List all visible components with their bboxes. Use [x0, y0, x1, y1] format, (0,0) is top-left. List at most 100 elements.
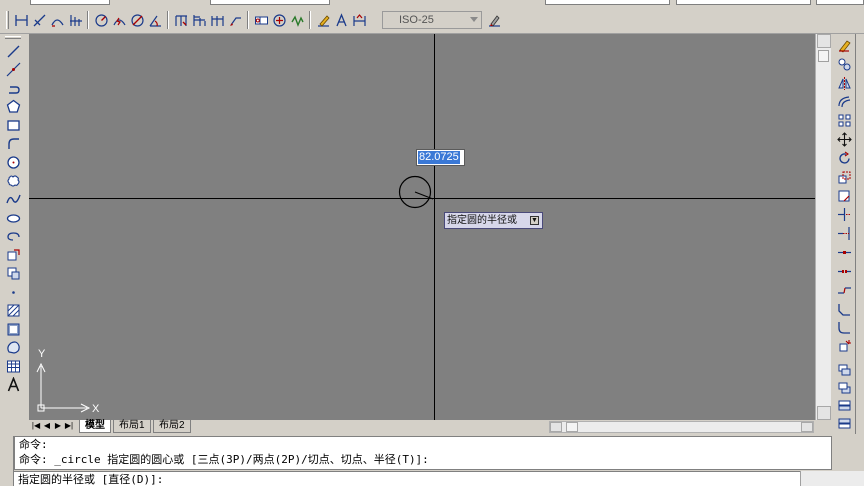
join-icon[interactable]	[836, 282, 852, 299]
scroll-up-button[interactable]	[817, 34, 831, 48]
scroll-down-button[interactable]	[817, 406, 831, 420]
lineweight-combo[interactable]	[816, 0, 864, 5]
baseline-dim-icon[interactable]	[191, 11, 207, 29]
offset-icon[interactable]	[836, 93, 852, 110]
move-icon[interactable]	[836, 131, 852, 148]
command-history-line: 命令:	[19, 438, 48, 451]
right-edge-panel	[855, 34, 864, 434]
angular-dim-icon[interactable]	[147, 11, 163, 29]
chevron-down-icon[interactable]	[470, 17, 478, 22]
toolbar-grip[interactable]	[5, 36, 21, 39]
arc-length-icon[interactable]	[49, 11, 65, 29]
next-tab-icon[interactable]: ▶	[53, 421, 63, 432]
command-scrollbar[interactable]	[833, 436, 855, 470]
scale-icon[interactable]	[836, 169, 852, 186]
horizontal-scrollbar[interactable]	[549, 421, 814, 433]
dim-text-edit-icon[interactable]	[333, 11, 349, 29]
line-icon[interactable]	[5, 43, 21, 60]
quick-leader-icon[interactable]	[227, 11, 243, 29]
dim-style-combo[interactable]: ISO-25	[382, 11, 482, 29]
table-icon[interactable]	[5, 358, 21, 375]
rectangle-icon[interactable]	[5, 117, 21, 134]
construction-line-icon[interactable]	[5, 62, 21, 79]
toolbar-grip[interactable]	[6, 11, 9, 29]
dim-style-value: ISO-25	[399, 14, 434, 26]
tab-model[interactable]: 模型	[79, 420, 111, 433]
extend-icon[interactable]	[836, 225, 852, 242]
multiline-text-icon[interactable]	[5, 377, 21, 394]
send-under-icon[interactable]	[836, 416, 852, 432]
layout-tabs-bar: |◀ ◀ ▶ ▶| 模型 布局1 布局2	[29, 420, 815, 434]
trim-icon[interactable]	[836, 206, 852, 223]
first-tab-icon[interactable]: |◀	[31, 421, 41, 432]
tab-layout2[interactable]: 布局2	[153, 420, 191, 433]
stretch-icon[interactable]	[836, 188, 852, 205]
last-tab-icon[interactable]: ▶|	[64, 421, 74, 432]
workspace-combo[interactable]	[30, 0, 110, 5]
dim-edit-icon[interactable]	[315, 11, 331, 29]
insert-block-icon[interactable]	[5, 247, 21, 264]
layer-combo[interactable]	[210, 0, 330, 5]
center-mark-icon[interactable]	[271, 11, 287, 29]
command-h-scrollbar[interactable]	[800, 471, 864, 486]
quick-dim-icon[interactable]	[173, 11, 189, 29]
ordinate-dim-icon[interactable]	[67, 11, 83, 29]
color-combo[interactable]	[545, 0, 670, 5]
jogged-dim-icon[interactable]	[111, 11, 127, 29]
circle-icon[interactable]	[5, 154, 21, 171]
scroll-left-button[interactable]	[550, 422, 562, 432]
send-to-back-icon[interactable]	[836, 381, 852, 397]
polygon-icon[interactable]	[5, 99, 21, 116]
erase-icon[interactable]	[836, 37, 852, 54]
polyline-icon[interactable]	[5, 80, 21, 97]
chamfer-icon[interactable]	[836, 301, 852, 318]
ucs-x-label: X	[92, 403, 100, 415]
copy-icon[interactable]	[836, 56, 852, 73]
tab-layout1[interactable]: 布局1	[113, 420, 151, 433]
region-icon[interactable]	[5, 339, 21, 356]
point-icon[interactable]	[5, 284, 21, 301]
spline-icon[interactable]	[5, 191, 21, 208]
linetype-combo[interactable]	[676, 0, 811, 5]
ellipse-icon[interactable]	[5, 210, 21, 227]
array-icon[interactable]	[836, 112, 852, 129]
radius-dim-icon[interactable]	[93, 11, 109, 29]
explode-icon[interactable]	[836, 338, 852, 355]
gradient-icon[interactable]	[5, 321, 21, 338]
fillet-icon[interactable]	[836, 319, 852, 336]
break-icon[interactable]	[836, 263, 852, 280]
continue-dim-icon[interactable]	[209, 11, 225, 29]
tab-label: 布局1	[119, 420, 145, 431]
dimension-toolbar: ISO-25	[0, 6, 864, 34]
diameter-dim-icon[interactable]	[129, 11, 145, 29]
aligned-dim-icon[interactable]	[31, 11, 47, 29]
tab-label: 布局2	[159, 420, 185, 431]
ucs-y-label: Y	[38, 348, 46, 360]
rotate-icon[interactable]	[836, 150, 852, 167]
break-at-point-icon[interactable]	[836, 244, 852, 261]
command-grip[interactable]	[0, 436, 14, 486]
bring-to-front-icon[interactable]	[836, 363, 852, 379]
mirror-icon[interactable]	[836, 75, 852, 92]
tolerance-icon[interactable]	[253, 11, 269, 29]
prev-tab-icon[interactable]: ◀	[42, 421, 52, 432]
bring-above-icon[interactable]	[836, 398, 852, 414]
command-line-input[interactable]: 指定圆的半径或 [直径(D)]:	[14, 471, 864, 486]
inspect-icon[interactable]	[289, 11, 305, 29]
make-block-icon[interactable]	[5, 265, 21, 282]
scroll-thumb-h[interactable]	[566, 422, 578, 432]
dim-style-icon[interactable]	[486, 11, 502, 29]
drawing-canvas[interactable]: 82.0725 指定圆的半径或 ▼ Y X	[29, 34, 815, 420]
vertical-scrollbar[interactable]	[815, 34, 831, 420]
dim-update-icon[interactable]	[351, 11, 367, 29]
scroll-right-button[interactable]	[801, 422, 813, 432]
ellipse-arc-icon[interactable]	[5, 228, 21, 245]
arc-icon[interactable]	[5, 136, 21, 153]
hatch-icon[interactable]	[5, 302, 21, 319]
revision-cloud-icon[interactable]	[5, 173, 21, 190]
scroll-thumb[interactable]	[818, 50, 829, 62]
command-history-line: 命令: _circle 指定圆的圆心或 [三点(3P)/两点(2P)/切点、切点…	[19, 453, 429, 466]
linear-dim-icon[interactable]	[13, 11, 29, 29]
command-history: 命令: 命令: _circle 指定圆的圆心或 [三点(3P)/两点(2P)/切…	[14, 436, 832, 470]
ucs-icon: Y X	[36, 348, 100, 415]
